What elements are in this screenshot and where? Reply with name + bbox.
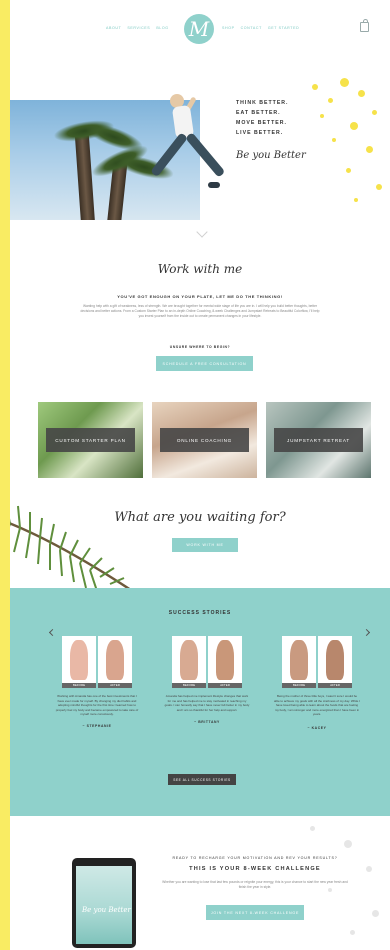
hero-tagline: THINK BETTER. EAT BETTER. MOVE BETTER. L… [236,98,288,138]
hero-line: EAT BETTER. [236,110,281,116]
confetti-dot [328,98,333,103]
story-text: Amanda has helped me implement lifestyle… [164,694,250,712]
photo-tag: BEFORE [282,683,316,688]
runner-figure [150,90,240,205]
hero-section: THINK BETTER. EAT BETTER. MOVE BETTER. L… [10,78,390,240]
waiting-title: What are you waiting for? [114,510,286,525]
confetti-dot [320,114,324,118]
confetti-dot [340,78,349,87]
story-text: Working with Amanda has one of the best … [55,694,139,717]
photo-tag: BEFORE [62,683,96,688]
success-title: SUCCESS STORIES [168,610,232,616]
nav-left: ABOUT SERVICES BLOG [106,26,169,30]
nav-item-services[interactable]: SERVICES [127,26,150,30]
story-photos: BEFORE AFTER [62,636,132,688]
story-photos: BEFORE AFTER [282,636,352,688]
nav-item-contact[interactable]: CONTACT [241,26,262,30]
photo-tag: AFTER [98,683,132,688]
work-subtitle: YOU'VE GOT ENOUGH ON YOUR PLATE, LET ME … [117,294,283,299]
confetti-dot [372,110,377,115]
nav-item-about[interactable]: ABOUT [106,26,121,30]
photo-tag: AFTER [208,683,242,688]
palm-trunk [74,129,96,220]
logo-letter: M [188,17,210,41]
nav-item-shop[interactable]: SHOP [222,26,235,30]
nav-right: SHOP CONTACT GET STARTED [222,26,299,30]
card-online-coaching[interactable]: ONLINE COACHING [152,402,257,478]
confetti-dot [376,184,382,190]
page: ABOUT SERVICES BLOG M SHOP CONTACT GET S… [10,0,390,950]
before-photo: BEFORE [172,636,206,688]
decor-dot [372,910,379,917]
challenge-paragraph: Whether you are wanting to lose that las… [162,880,348,889]
story-name: ~ KACEY [307,726,327,730]
decor-dot [366,866,372,872]
card-label: ONLINE COACHING [160,428,249,452]
confetti-dot [332,138,336,142]
decor-dot [344,840,352,848]
confetti-dot [350,122,358,130]
chevron-right-icon[interactable] [362,628,371,637]
unsure-label: UNSURE WHERE TO BEGIN? [169,345,231,349]
confetti-dot [312,84,318,90]
after-photo: AFTER [208,636,242,688]
confetti-dot [358,90,365,97]
before-photo: BEFORE [62,636,96,688]
chevron-left-icon[interactable] [48,628,57,637]
confetti-dot [346,168,351,173]
card-label: CUSTOM STARTER PLAN [46,428,135,452]
before-photo: BEFORE [282,636,316,688]
challenge-subtitle: READY TO RECHARGE YOUR MOTIVATION AND RE… [172,856,338,860]
see-all-success-stories-button[interactable]: SEE ALL SUCCESS STORIES [168,774,236,785]
card-custom-starter-plan[interactable]: CUSTOM STARTER PLAN [38,402,143,478]
phone-text: Be you Better [82,906,131,914]
decor-dot [310,826,315,831]
success-stories-section: SUCCESS STORIES BEFORE AFTER Working wit… [10,588,390,816]
nav-item-get-started[interactable]: GET STARTED [268,26,299,30]
phone-mockup: Be you Better [72,858,136,948]
story-photos: BEFORE AFTER [172,636,242,688]
card-jumpstart-retreat[interactable]: JUMPSTART RETREAT [266,402,371,478]
story-text: Being the mother of three little boys, I… [274,694,360,717]
after-photo: AFTER [318,636,352,688]
hero-script: Be you Better [236,150,306,161]
challenge-title: THIS IS YOUR 8-WEEK CHALLENGE [189,866,321,872]
work-with-me-button[interactable]: WORK WITH ME [172,538,238,552]
nav-item-blog[interactable]: BLOG [156,26,168,30]
after-photo: AFTER [98,636,132,688]
hero-line: LIVE BETTER. [236,130,284,136]
work-paragraph: Wanting help with a gift of weakness, le… [80,304,320,318]
photo-tag: BEFORE [172,683,206,688]
site-header: ABOUT SERVICES BLOG M SHOP CONTACT GET S… [10,0,390,62]
join-challenge-button[interactable]: JOIN THE NEXT 8-WEEK CHALLENGE [206,905,304,920]
story-name: ~ STEPHANIE [82,724,112,728]
confetti-dot [366,146,373,153]
hero-line: MOVE BETTER. [236,120,287,126]
hero-line: THINK BETTER. [236,100,289,106]
phone-screen: Be you Better [76,866,132,944]
photo-tag: AFTER [318,683,352,688]
story-name: ~ BRITTANY [194,720,220,724]
card-label: JUMPSTART RETREAT [274,428,363,452]
site-logo[interactable]: M [184,14,214,44]
schedule-consultation-button[interactable]: SCHEDULE A FREE CONSULTATION [156,356,253,371]
decor-dot [350,930,355,935]
work-title: Work with me [157,262,243,276]
shopping-bag-icon[interactable] [360,19,369,32]
palm-leaf-decoration [10,505,141,598]
confetti-dot [354,198,358,202]
